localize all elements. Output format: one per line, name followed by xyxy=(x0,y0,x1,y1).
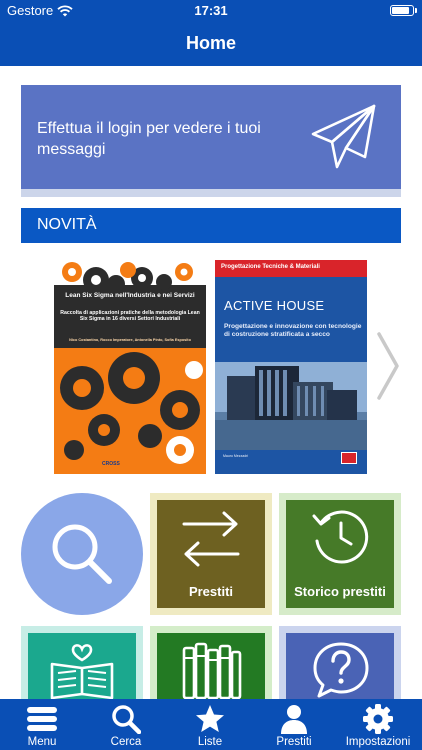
book-1-title: Lean Six Sigma nell'Industria e nei Serv… xyxy=(65,292,195,299)
battery-icon xyxy=(390,5,417,16)
magnifier-icon xyxy=(52,524,112,584)
status-time: 17:31 xyxy=(194,3,228,18)
loans-tile-label: Prestiti xyxy=(188,584,234,599)
book-2-author: Mauro Mezzadri xyxy=(223,454,249,458)
book-cover-lean-six-sigma[interactable]: Lean Six Sigma nell'Industria e nei Serv… xyxy=(54,260,206,474)
book-1-publisher: CROSS xyxy=(102,461,120,467)
history-clock-icon xyxy=(312,510,369,564)
tab-search[interactable]: Cerca xyxy=(84,699,168,750)
search-tile[interactable] xyxy=(21,493,143,615)
tab-lists[interactable]: Liste xyxy=(168,699,252,750)
loan-history-tile-label: Storico prestiti xyxy=(294,584,386,599)
menu-icon xyxy=(27,707,57,731)
swap-arrows-icon xyxy=(182,511,240,567)
loans-tile[interactable]: Prestiti xyxy=(150,493,272,615)
publisher-logo xyxy=(341,452,357,464)
tab-lists-label: Liste xyxy=(197,736,223,748)
tab-bar: Menu Cerca Liste Prestiti Impostazioni xyxy=(0,699,422,750)
chevron-right-icon[interactable] xyxy=(375,330,401,402)
book-2-subtitle: Progettazione e innovazione con tecnolog… xyxy=(224,323,362,338)
tab-loans-label: Prestiti xyxy=(276,736,312,748)
loan-history-tile[interactable]: Storico prestiti xyxy=(279,493,401,615)
help-bubble-icon xyxy=(313,642,369,698)
star-icon xyxy=(196,705,224,732)
login-message: Effettua il login per vedere i tuoi mess… xyxy=(37,120,261,158)
gear-icon xyxy=(363,704,393,734)
book-cover-active-house[interactable]: Progettazione Tecniche & Materiali ACTIV… xyxy=(215,260,367,474)
news-section-header: NOVITÀ xyxy=(21,208,401,243)
book-1-authors: Nico Costantino, Rocco Imperatore, Anton… xyxy=(69,338,191,342)
nav-bar: Home xyxy=(0,22,422,66)
book-2-series: Progettazione Tecniche & Materiali xyxy=(221,264,320,270)
user-icon xyxy=(281,705,307,734)
open-book-heart-icon xyxy=(50,644,114,700)
status-bar: Gestore 17:31 xyxy=(0,0,422,22)
tab-settings[interactable]: Impostazioni xyxy=(336,699,420,750)
tab-menu-label: Menu xyxy=(27,736,57,748)
tab-loans[interactable]: Prestiti xyxy=(252,699,336,750)
tab-search-label: Cerca xyxy=(110,736,142,748)
bookshelf-icon xyxy=(182,642,242,700)
news-title: NOVITÀ xyxy=(37,216,97,233)
building-photo xyxy=(215,362,367,450)
search-icon xyxy=(112,705,141,734)
book-1-subtitle: Raccolta di applicazioni pratiche della … xyxy=(60,310,200,322)
tab-settings-label: Impostazioni xyxy=(345,736,411,748)
login-banner[interactable]: Effettua il login per vedere i tuoi mess… xyxy=(21,85,401,197)
page-title: Home xyxy=(185,33,236,53)
book-2-title: ACTIVE HOUSE xyxy=(224,298,325,313)
tab-menu[interactable]: Menu xyxy=(0,699,84,750)
paper-plane-icon xyxy=(311,104,376,169)
